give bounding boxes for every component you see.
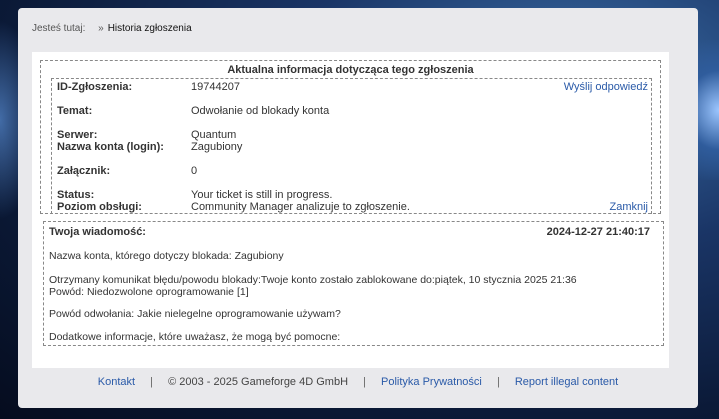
message-line: Nazwa konta, którego dotyczy blokada: Za… xyxy=(49,250,284,262)
breadcrumb: Jesteś tutaj: » Historia zgłoszenia xyxy=(32,23,192,34)
ticket-info-box: Aktualna informacja dotycząca tego zgłos… xyxy=(40,60,661,214)
field-value: Zagubiony xyxy=(191,141,243,153)
privacy-link[interactable]: Polityka Prywatności xyxy=(381,376,482,388)
field-label: Poziom obsługi: xyxy=(57,201,142,213)
message-line: Dodatkowe informacje, które uważasz, że … xyxy=(49,331,341,343)
ticket-fields: ID-Zgłoszenia: 19744207 Wyślij odpowiedź … xyxy=(51,78,652,214)
field-value: Community Manager analizuje to zgłoszeni… xyxy=(191,201,410,213)
close-ticket-link[interactable]: Zamknij xyxy=(609,201,648,213)
field-ticket-id: ID-Zgłoszenia: 19744207 xyxy=(57,81,240,93)
field-value: Your ticket is still in progress. xyxy=(191,189,333,201)
report-link[interactable]: Report illegal content xyxy=(515,376,618,388)
field-label: Temat: xyxy=(57,105,93,117)
field-value: Odwołanie od blokady konta xyxy=(191,105,330,117)
breadcrumb-current: Historia zgłoszenia xyxy=(107,23,192,34)
field-label: Serwer: xyxy=(57,129,98,141)
message-line: Powód odwołania: Jakie nielegelne oprogr… xyxy=(49,308,341,320)
field-value: 19744207 xyxy=(191,81,240,93)
ticket-container: Aktualna informacja dotycząca tego zgłos… xyxy=(32,52,669,368)
field-server: Serwer: Quantum xyxy=(57,129,236,141)
field-account: Nazwa konta (login): Zagubiony xyxy=(57,141,242,153)
footer-separator: | xyxy=(363,376,366,388)
footer-separator: | xyxy=(496,376,500,388)
content-panel: Jesteś tutaj: » Historia zgłoszenia Aktua… xyxy=(18,8,698,408)
footer: Kontakt | © 2003 - 2025 Gameforge 4D Gmb… xyxy=(18,376,698,388)
message-box: Twoja wiadomość: 2024-12-27 21:40:17 Naz… xyxy=(43,221,664,346)
message-line: Powód: Niedozwolone oprogramowanie [1] xyxy=(49,286,249,298)
message-heading: Twoja wiadomość: xyxy=(49,226,146,238)
breadcrumb-prefix: Jesteś tutaj: xyxy=(32,23,86,34)
field-status: Status: Your ticket is still in progress. xyxy=(57,189,332,201)
field-label: ID-Zgłoszenia: xyxy=(57,81,133,93)
copyright-text: © 2003 - 2025 Gameforge 4D GmbH xyxy=(168,376,349,388)
footer-separator: | xyxy=(150,376,154,388)
field-label: Status: xyxy=(57,189,95,201)
reply-link[interactable]: Wyślij odpowiedź xyxy=(564,81,648,93)
field-service-level: Poziom obsługi: Community Manager analizu… xyxy=(57,201,410,213)
field-subject: Temat: Odwołanie od blokady konta xyxy=(57,105,329,117)
message-line: Otrzymany komunikat błędu/powodu blokady… xyxy=(49,274,577,286)
breadcrumb-separator: » xyxy=(98,23,104,34)
ticket-info-title: Aktualna informacja dotycząca tego zgłos… xyxy=(227,64,474,76)
contact-link[interactable]: Kontakt xyxy=(98,376,135,388)
field-value: Quantum xyxy=(191,129,237,141)
message-date: 2024-12-27 21:40:17 xyxy=(546,226,650,238)
field-value: 0 xyxy=(191,165,198,177)
field-label: Nazwa konta (login): xyxy=(57,141,164,153)
field-attachment: Załącznik: 0 xyxy=(57,165,197,177)
field-label: Załącznik: xyxy=(57,165,111,177)
